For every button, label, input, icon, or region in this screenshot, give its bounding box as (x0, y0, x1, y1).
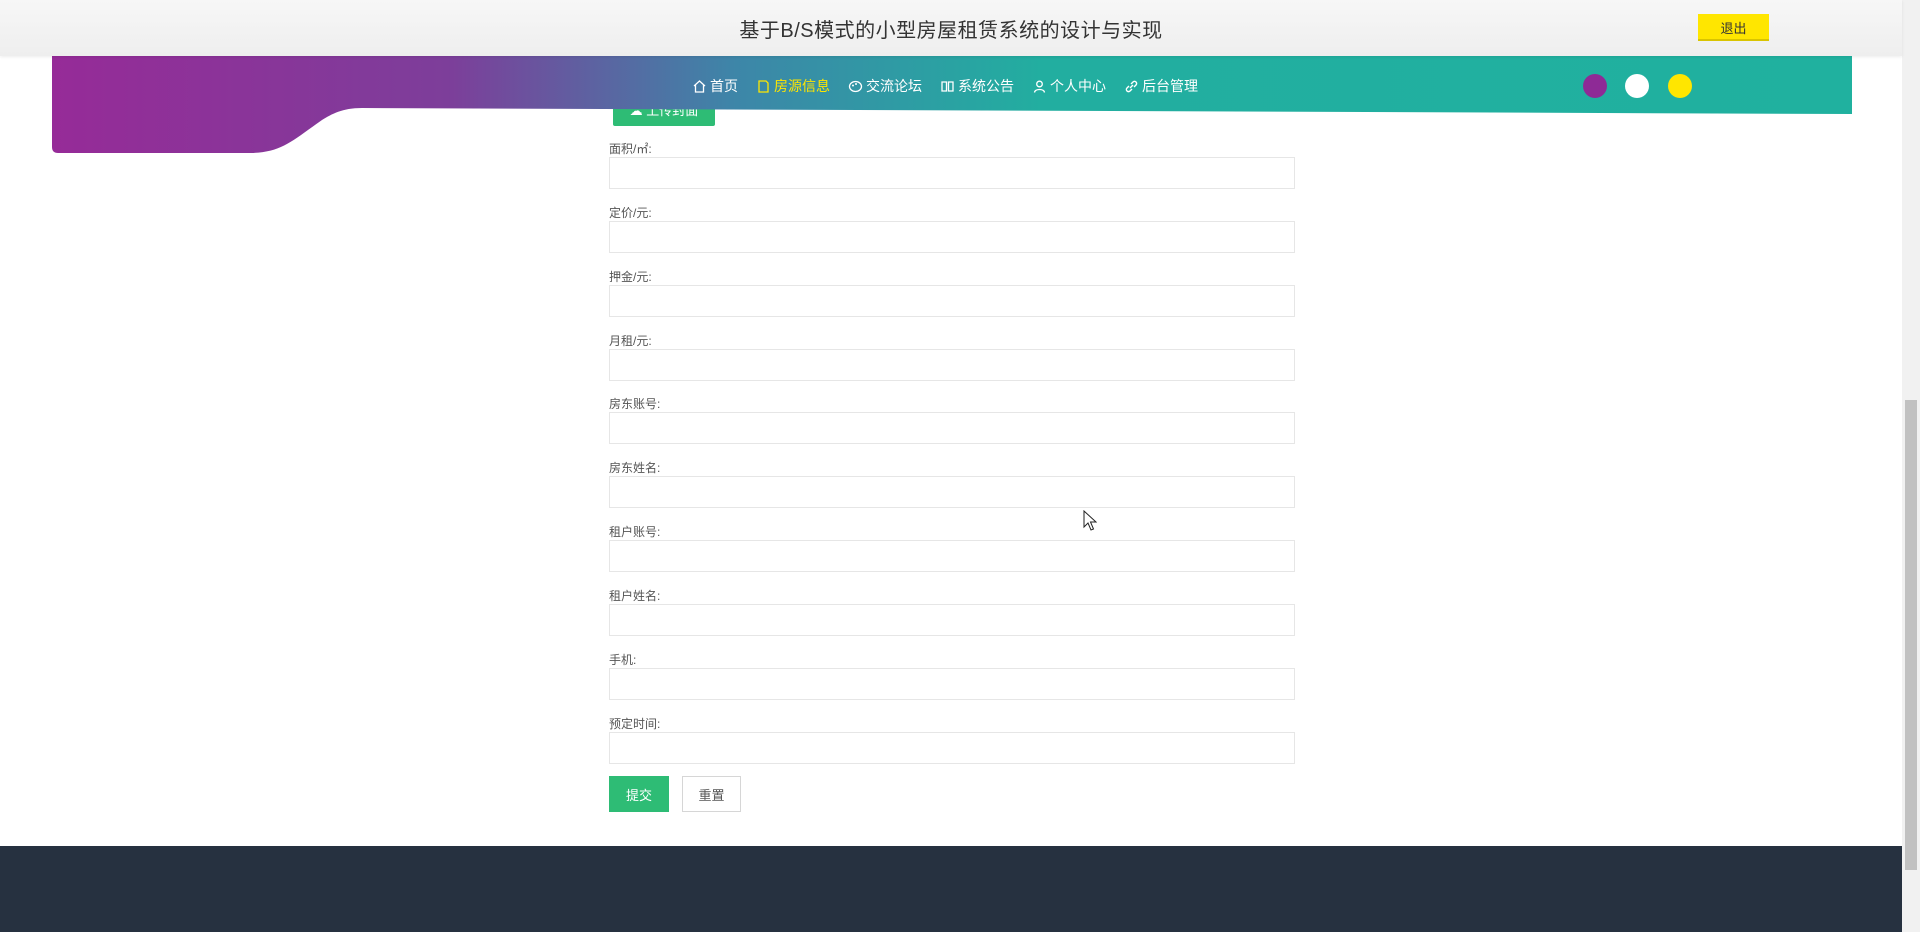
palette-icon (848, 79, 863, 94)
phone-label: 手机: (609, 653, 637, 667)
booking-time-label: 预定时间: (609, 717, 661, 731)
site-title: 基于B/S模式的小型房屋租赁系统的设计与实现 (739, 20, 1163, 42)
logout-button[interactable]: 退出 (1698, 14, 1769, 41)
book-icon (940, 79, 955, 94)
link-icon (1124, 79, 1139, 94)
nav-item-notices[interactable]: 系统公告 (940, 74, 1014, 98)
nav-item-home[interactable]: 首页 (692, 74, 738, 98)
nav-item-profile[interactable]: 个人中心 (1032, 74, 1106, 98)
nav-item-forum-label: 交流论坛 (866, 78, 922, 94)
deposit-input[interactable] (609, 285, 1295, 317)
nav-item-home-label: 首页 (710, 78, 738, 94)
nav-item-listings[interactable]: 房源信息 (756, 74, 830, 98)
price-input[interactable] (609, 221, 1295, 253)
page-footer (0, 846, 1902, 932)
theme-purple-dot[interactable] (1583, 74, 1607, 98)
theme-yellow-dot[interactable] (1668, 74, 1692, 98)
landlord-name-label: 房东姓名: (609, 461, 661, 475)
scrollbar-thumb[interactable] (1905, 400, 1917, 870)
user-icon (1032, 79, 1047, 94)
theme-white-dot[interactable] (1625, 74, 1649, 98)
main-navigation: 首页 房源信息 交流论坛 系统公告 个人中心 后台管理 (52, 56, 1852, 156)
booking-time-input[interactable] (609, 732, 1295, 764)
monthly-rent-input[interactable] (609, 349, 1295, 381)
home-icon (692, 79, 707, 94)
price-label: 定价/元: (609, 206, 652, 220)
area-input[interactable] (609, 157, 1295, 189)
tenant-account-label: 租户账号: (609, 525, 661, 539)
tenant-account-input[interactable] (609, 540, 1295, 572)
tenant-name-label: 租户姓名: (609, 589, 661, 603)
nav-item-profile-label: 个人中心 (1050, 78, 1106, 94)
top-header: 基于B/S模式的小型房屋租赁系统的设计与实现 退出 (0, 0, 1902, 56)
landlord-name-input[interactable] (609, 476, 1295, 508)
reset-button[interactable]: 重置 (682, 776, 741, 812)
nav-background-shape (52, 56, 1852, 153)
phone-input[interactable] (609, 668, 1295, 700)
nav-menu: 首页 房源信息 交流论坛 系统公告 个人中心 后台管理 (692, 74, 1216, 98)
landlord-account-input[interactable] (609, 412, 1295, 444)
nav-item-admin[interactable]: 后台管理 (1124, 74, 1198, 98)
submit-button[interactable]: 提交 (609, 776, 669, 812)
tenant-name-input[interactable] (609, 604, 1295, 636)
nav-item-notices-label: 系统公告 (958, 78, 1014, 94)
document-icon (756, 79, 771, 94)
mouse-cursor-icon (1083, 510, 1097, 531)
nav-item-forum[interactable]: 交流论坛 (848, 74, 922, 98)
deposit-label: 押金/元: (609, 270, 652, 284)
landlord-account-label: 房东账号: (609, 397, 661, 411)
nav-item-admin-label: 后台管理 (1142, 78, 1198, 94)
nav-item-listings-label: 房源信息 (774, 78, 830, 94)
monthly-rent-label: 月租/元: (609, 334, 652, 348)
